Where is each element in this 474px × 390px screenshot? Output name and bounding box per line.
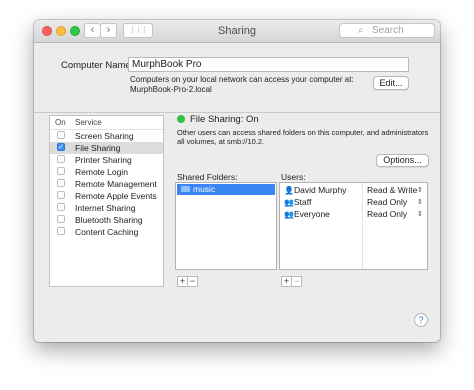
search-icon: ⌕	[358, 25, 364, 36]
service-list-header: On Service	[50, 116, 163, 130]
service-label: Printer Sharing	[75, 155, 132, 165]
service-checkbox[interactable]	[57, 227, 65, 235]
zoom-button[interactable]	[70, 26, 80, 36]
network-note-line2: MurphBook-Pro-2.local	[130, 85, 212, 94]
users-label: Users:	[281, 172, 306, 182]
service-checkbox[interactable]	[57, 155, 65, 163]
service-label: File Sharing	[75, 143, 121, 153]
users-list: 👤 David Murphy Read & Write ⇕ 👥 Staff Re…	[279, 182, 428, 270]
shared-folders-label: Shared Folders:	[177, 172, 238, 182]
chevron-right-icon: ›	[106, 24, 111, 36]
user-icon: 👤	[284, 186, 294, 195]
options-button[interactable]: Options...	[376, 154, 429, 167]
folder-icon	[181, 186, 190, 192]
remove-user-button[interactable]: −	[291, 276, 302, 287]
service-item[interactable]: Remote Login	[50, 166, 163, 178]
service-checkbox[interactable]	[57, 215, 65, 223]
service-label: Screen Sharing	[75, 131, 134, 141]
service-checkbox[interactable]	[57, 167, 65, 175]
file-sharing-desc-line2: all volumes, at smb://10.2.	[177, 137, 265, 146]
show-all-button[interactable]: ⋮⋮⋮	[123, 23, 153, 38]
file-sharing-desc-line1: Other users can access shared folders on…	[177, 128, 429, 137]
service-checkbox-checked[interactable]: ✓	[57, 143, 65, 151]
service-item[interactable]: Screen Sharing	[50, 130, 163, 142]
service-label: Remote Login	[75, 167, 128, 177]
status-on-indicator	[177, 115, 185, 123]
minimize-button[interactable]	[56, 26, 66, 36]
user-row[interactable]: 👤 David Murphy Read & Write ⇕	[280, 185, 426, 196]
up-down-icon: ⇕	[417, 211, 423, 218]
service-item[interactable]: Content Caching	[50, 226, 163, 238]
computer-name-field[interactable]: MurphBook Pro	[128, 57, 409, 72]
grid-icon: ⋮⋮⋮	[129, 27, 148, 34]
service-item[interactable]: Internet Sharing	[50, 202, 163, 214]
up-down-icon: ⇕	[417, 199, 423, 206]
file-sharing-status: File Sharing: On	[190, 114, 259, 125]
user-name: David Murphy	[294, 185, 347, 195]
sharing-window: Sharing ‹ › ⋮⋮⋮ ⌕ Search Computer Name: …	[34, 20, 440, 342]
back-button[interactable]: ‹	[84, 23, 101, 38]
service-label: Remote Apple Events	[75, 191, 157, 201]
service-label: Bluetooth Sharing	[75, 215, 143, 225]
computer-name-label: Computer Name:	[61, 60, 134, 71]
service-checkbox[interactable]	[57, 191, 65, 199]
help-button[interactable]: ?	[414, 313, 428, 327]
group-icon: 👥	[284, 198, 294, 207]
header-service: Service	[75, 118, 102, 127]
permission-popup[interactable]: Read Only	[367, 197, 407, 208]
forward-button[interactable]: ›	[100, 23, 117, 38]
service-checkbox[interactable]	[57, 179, 65, 187]
service-checkbox[interactable]	[57, 131, 65, 139]
folder-row-selected[interactable]: music	[177, 184, 275, 195]
everyone-icon: 👥	[284, 210, 294, 219]
folder-name: music	[193, 184, 216, 194]
header-on: On	[55, 118, 66, 127]
permission-popup[interactable]: Read Only	[367, 209, 407, 220]
search-field[interactable]: ⌕ Search	[339, 23, 435, 38]
up-down-icon: ⇕	[417, 187, 423, 194]
user-row[interactable]: 👥 Staff Read Only ⇕	[280, 197, 426, 208]
permission-popup[interactable]: Read & Write	[367, 185, 417, 196]
service-list: On Service Screen Sharing ✓ File Sharing…	[49, 115, 164, 287]
user-name: Everyone	[294, 209, 330, 219]
remove-folder-button[interactable]: −	[187, 276, 198, 287]
user-name: Staff	[294, 197, 312, 207]
search-placeholder: Search	[372, 25, 404, 36]
close-button[interactable]	[42, 26, 52, 36]
title-bar: Sharing ‹ › ⋮⋮⋮ ⌕ Search	[34, 20, 440, 43]
network-note-line1: Computers on your local network can acce…	[130, 75, 354, 84]
service-item-selected[interactable]: ✓ File Sharing	[50, 142, 163, 154]
service-item[interactable]: Bluetooth Sharing	[50, 214, 163, 226]
service-item[interactable]: Printer Sharing	[50, 154, 163, 166]
service-label: Internet Sharing	[75, 203, 136, 213]
service-label: Remote Management	[75, 179, 157, 189]
edit-button[interactable]: Edit...	[373, 76, 409, 90]
service-item[interactable]: Remote Apple Events	[50, 190, 163, 202]
service-checkbox[interactable]	[57, 203, 65, 211]
section-divider	[34, 112, 440, 113]
shared-folders-list: music	[175, 182, 277, 270]
chevron-left-icon: ‹	[90, 24, 95, 36]
service-item[interactable]: Remote Management	[50, 178, 163, 190]
user-row[interactable]: 👥 Everyone Read Only ⇕	[280, 209, 426, 220]
service-label: Content Caching	[75, 227, 139, 237]
